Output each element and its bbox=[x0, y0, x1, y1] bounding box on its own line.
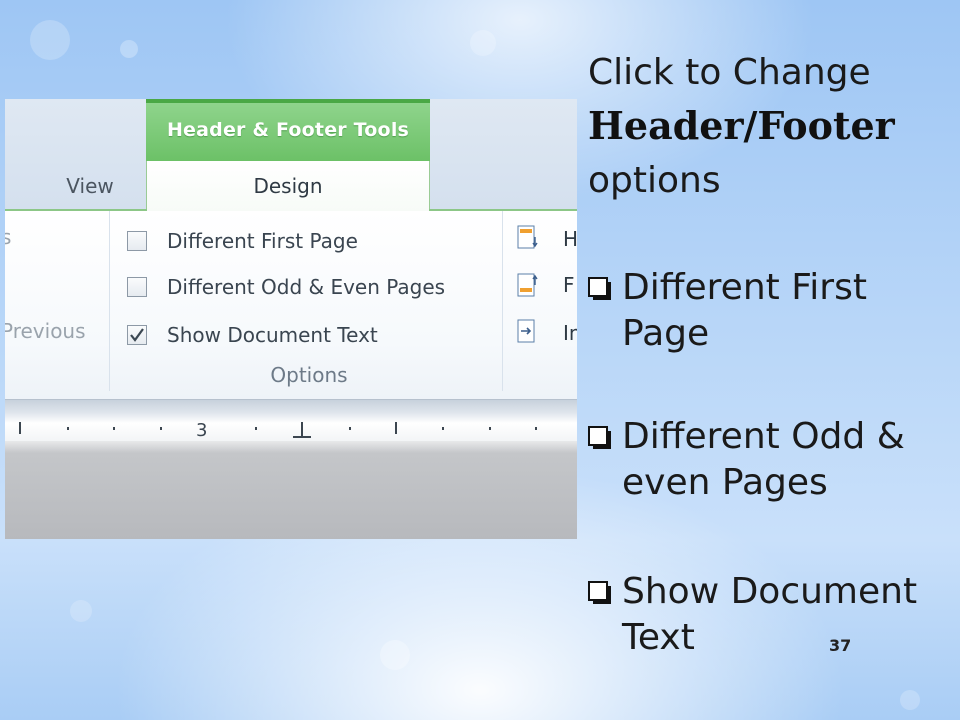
ruler-tick bbox=[395, 422, 397, 434]
checkbox-different-odd-even[interactable] bbox=[127, 277, 147, 297]
bullet-item: Show Document Text bbox=[588, 569, 948, 661]
option-label: Different Odd & Even Pages bbox=[167, 275, 446, 299]
ruler-tick bbox=[489, 427, 491, 430]
bullet-text: Show Document Text bbox=[622, 571, 918, 658]
tab-view[interactable]: View bbox=[35, 161, 145, 211]
slide-title-line3: options bbox=[588, 160, 721, 201]
document-area[interactable] bbox=[5, 441, 577, 539]
group-separator bbox=[109, 211, 110, 391]
ruler-tick bbox=[113, 427, 115, 430]
previous-button[interactable]: Previous bbox=[5, 319, 86, 343]
insert-alignment-tab-icon[interactable] bbox=[517, 319, 539, 345]
ruler-tick bbox=[349, 427, 351, 430]
ruler-tick bbox=[255, 427, 257, 430]
bokeh-dot bbox=[380, 640, 410, 670]
checkbox-show-document-text[interactable] bbox=[127, 325, 147, 345]
checkmark-icon bbox=[130, 328, 144, 342]
footer-from-bottom-label: F bbox=[563, 273, 575, 297]
ruler[interactable]: 3 bbox=[5, 399, 577, 442]
tab-design[interactable]: Design bbox=[146, 161, 430, 211]
document-edge bbox=[5, 441, 577, 453]
navigation-group-fragment: s bbox=[5, 225, 12, 249]
slide-page-number: 37 bbox=[829, 636, 852, 655]
option-show-document-text[interactable]: Show Document Text bbox=[127, 321, 378, 349]
bullet-text: Different First Page bbox=[622, 267, 867, 354]
bokeh-dot bbox=[70, 600, 92, 622]
tab-stop-marker[interactable] bbox=[301, 422, 303, 436]
bullet-item: Different First Page bbox=[588, 265, 948, 357]
slide-title-line1: Click to Change bbox=[588, 52, 871, 93]
bokeh-dot bbox=[120, 40, 138, 58]
ruler-tick bbox=[535, 427, 537, 430]
bokeh-dot bbox=[30, 20, 70, 60]
contextual-tab-label: Header & Footer Tools bbox=[166, 119, 410, 141]
ruler-tick bbox=[442, 427, 444, 430]
ruler-tick bbox=[19, 422, 21, 434]
option-label: Different First Page bbox=[167, 229, 358, 253]
ruler-tick bbox=[67, 427, 69, 430]
options-group-label: Options bbox=[270, 363, 348, 387]
bullet-item: Different Odd & even Pages bbox=[588, 414, 948, 506]
header-position-icon[interactable] bbox=[517, 225, 539, 251]
slide-title-line2: Header/Footer bbox=[588, 103, 895, 148]
header-from-top-label: H bbox=[563, 227, 577, 251]
checkbox-different-first-page[interactable] bbox=[127, 231, 147, 251]
ruler-tick bbox=[160, 427, 162, 430]
bokeh-dot bbox=[900, 690, 920, 710]
bullet-text: Different Odd & even Pages bbox=[622, 416, 905, 503]
ribbon-screenshot: Header & Footer Tools View Design s Prev… bbox=[5, 99, 577, 539]
checkbox-bullet-icon bbox=[588, 426, 611, 449]
insert-alignment-tab-label: In bbox=[563, 321, 577, 345]
checkbox-bullet-icon bbox=[588, 581, 611, 604]
option-different-first-page[interactable]: Different First Page bbox=[127, 227, 358, 255]
contextual-tab-header-footer-tools[interactable]: Header & Footer Tools bbox=[146, 99, 430, 161]
ribbon-panel: s Previous Different First Page Differen… bbox=[5, 211, 577, 399]
bokeh-dot bbox=[470, 30, 496, 56]
option-label: Show Document Text bbox=[167, 323, 378, 347]
footer-position-icon[interactable] bbox=[517, 273, 539, 299]
option-different-odd-even[interactable]: Different Odd & Even Pages bbox=[127, 273, 445, 301]
tab-stop-marker-base bbox=[293, 436, 311, 438]
checkbox-bullet-icon bbox=[588, 277, 611, 300]
ruler-number: 3 bbox=[196, 420, 208, 441]
